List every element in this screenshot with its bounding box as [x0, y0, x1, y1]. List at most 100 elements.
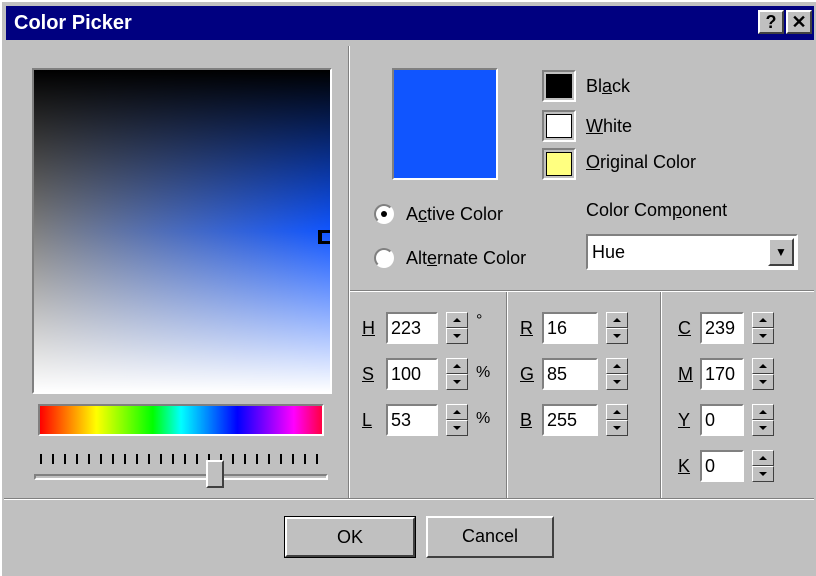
- spin-up-icon[interactable]: [606, 358, 628, 374]
- black-label[interactable]: Black: [586, 76, 630, 97]
- lightness-unit: %: [476, 410, 491, 427]
- spin-down-icon[interactable]: [446, 328, 468, 344]
- red-label: R: [520, 318, 533, 338]
- vertical-divider: [348, 46, 350, 498]
- window-title: Color Picker: [14, 12, 132, 34]
- blue-spinner[interactable]: [606, 404, 628, 436]
- spin-up-icon[interactable]: [446, 358, 468, 374]
- lightness-value: 53: [391, 410, 412, 430]
- spin-down-icon[interactable]: [606, 328, 628, 344]
- alternate-color-label[interactable]: Alternate Color: [406, 248, 526, 269]
- hue-spinner[interactable]: [446, 312, 468, 344]
- close-button[interactable]: ✕: [786, 10, 812, 34]
- chevron-down-icon: ▼: [775, 245, 787, 259]
- hue-value: 223: [391, 318, 422, 338]
- spin-down-icon[interactable]: [752, 466, 774, 482]
- footer-divider: [4, 498, 814, 500]
- lightness-label: L: [362, 410, 373, 430]
- spin-down-icon[interactable]: [752, 328, 774, 344]
- spin-up-icon[interactable]: [752, 312, 774, 328]
- saturation-lightness-field[interactable]: [32, 68, 332, 394]
- cyan-field[interactable]: 239: [700, 312, 744, 344]
- alternate-color-radio[interactable]: [374, 248, 394, 268]
- blue-value: 255: [547, 410, 578, 430]
- lightness-field[interactable]: 53: [386, 404, 438, 436]
- spin-up-icon[interactable]: [752, 450, 774, 466]
- vertical-divider-cmyk: [660, 292, 662, 498]
- active-color-label[interactable]: Active Color: [406, 204, 503, 225]
- saturation-label: S: [362, 364, 375, 384]
- magenta-label: M: [678, 364, 693, 384]
- spin-down-icon[interactable]: [606, 420, 628, 436]
- magenta-spinner[interactable]: [752, 358, 774, 390]
- black-key-label: K: [678, 456, 691, 476]
- ok-button-label: OK: [336, 527, 363, 547]
- vertical-divider-rgb: [506, 292, 508, 498]
- title-bar[interactable]: Color Picker ? ✕: [6, 6, 814, 40]
- ok-button[interactable]: OK: [284, 516, 416, 558]
- help-button[interactable]: ?: [758, 10, 784, 34]
- close-icon: ✕: [791, 12, 807, 32]
- blue-label: B: [520, 410, 533, 430]
- green-value: 85: [547, 364, 568, 384]
- green-label: G: [520, 364, 535, 384]
- ok-button-face: OK: [285, 517, 415, 557]
- yellow-field[interactable]: 0: [700, 404, 744, 436]
- yellow-value: 0: [705, 410, 716, 430]
- saturation-spinner[interactable]: [446, 358, 468, 390]
- red-value: 16: [547, 318, 568, 338]
- yellow-spinner[interactable]: [752, 404, 774, 436]
- original-color-swatch[interactable]: [542, 148, 576, 180]
- help-icon: ?: [765, 12, 777, 32]
- hue-unit: °: [476, 312, 483, 329]
- horizontal-divider: [350, 290, 814, 292]
- field-position-marker[interactable]: [318, 230, 330, 244]
- spin-up-icon[interactable]: [752, 358, 774, 374]
- hue-slider-track[interactable]: [34, 474, 328, 480]
- hue-label: H: [362, 318, 375, 338]
- hue-spectrum-bar[interactable]: [38, 404, 324, 436]
- magenta-field[interactable]: 170: [700, 358, 744, 390]
- white-swatch[interactable]: [542, 110, 576, 142]
- color-component-value: Hue: [592, 242, 626, 262]
- green-spinner[interactable]: [606, 358, 628, 390]
- color-component-select[interactable]: Hue ▼: [586, 234, 798, 270]
- spin-down-icon[interactable]: [752, 374, 774, 390]
- red-field[interactable]: 16: [542, 312, 598, 344]
- spin-up-icon[interactable]: [446, 404, 468, 420]
- cyan-value: 239: [705, 318, 736, 338]
- black-key-spinner[interactable]: [752, 450, 774, 482]
- cyan-spinner[interactable]: [752, 312, 774, 344]
- color-picker-dialog: Color Picker ? ✕ Black White Original Co…: [0, 0, 816, 576]
- spin-up-icon[interactable]: [446, 312, 468, 328]
- active-color-radio[interactable]: [374, 204, 394, 224]
- spin-up-icon[interactable]: [606, 404, 628, 420]
- spin-down-icon[interactable]: [446, 374, 468, 390]
- slider-ticks: [40, 454, 324, 464]
- spin-down-icon[interactable]: [446, 420, 468, 436]
- hue-field[interactable]: 223: [386, 312, 438, 344]
- color-preview: [392, 68, 498, 180]
- white-label[interactable]: White: [586, 116, 632, 137]
- black-key-value: 0: [705, 456, 716, 476]
- green-field[interactable]: 85: [542, 358, 598, 390]
- yellow-label: Y: [678, 410, 691, 430]
- spin-up-icon[interactable]: [606, 312, 628, 328]
- lightness-spinner[interactable]: [446, 404, 468, 436]
- blue-field[interactable]: 255: [542, 404, 598, 436]
- red-spinner[interactable]: [606, 312, 628, 344]
- original-color-label[interactable]: Original Color: [586, 152, 696, 173]
- color-component-label: Color Component: [586, 200, 728, 220]
- black-swatch[interactable]: [542, 70, 576, 102]
- saturation-unit: %: [476, 364, 491, 381]
- spin-down-icon[interactable]: [606, 374, 628, 390]
- saturation-field[interactable]: 100: [386, 358, 438, 390]
- saturation-value: 100: [391, 364, 422, 384]
- cyan-label: C: [678, 318, 691, 338]
- black-key-field[interactable]: 0: [700, 450, 744, 482]
- spin-down-icon[interactable]: [752, 420, 774, 436]
- cancel-button[interactable]: Cancel: [426, 516, 554, 558]
- spin-up-icon[interactable]: [752, 404, 774, 420]
- hue-slider-thumb[interactable]: [206, 460, 224, 488]
- dropdown-button[interactable]: ▼: [768, 238, 794, 266]
